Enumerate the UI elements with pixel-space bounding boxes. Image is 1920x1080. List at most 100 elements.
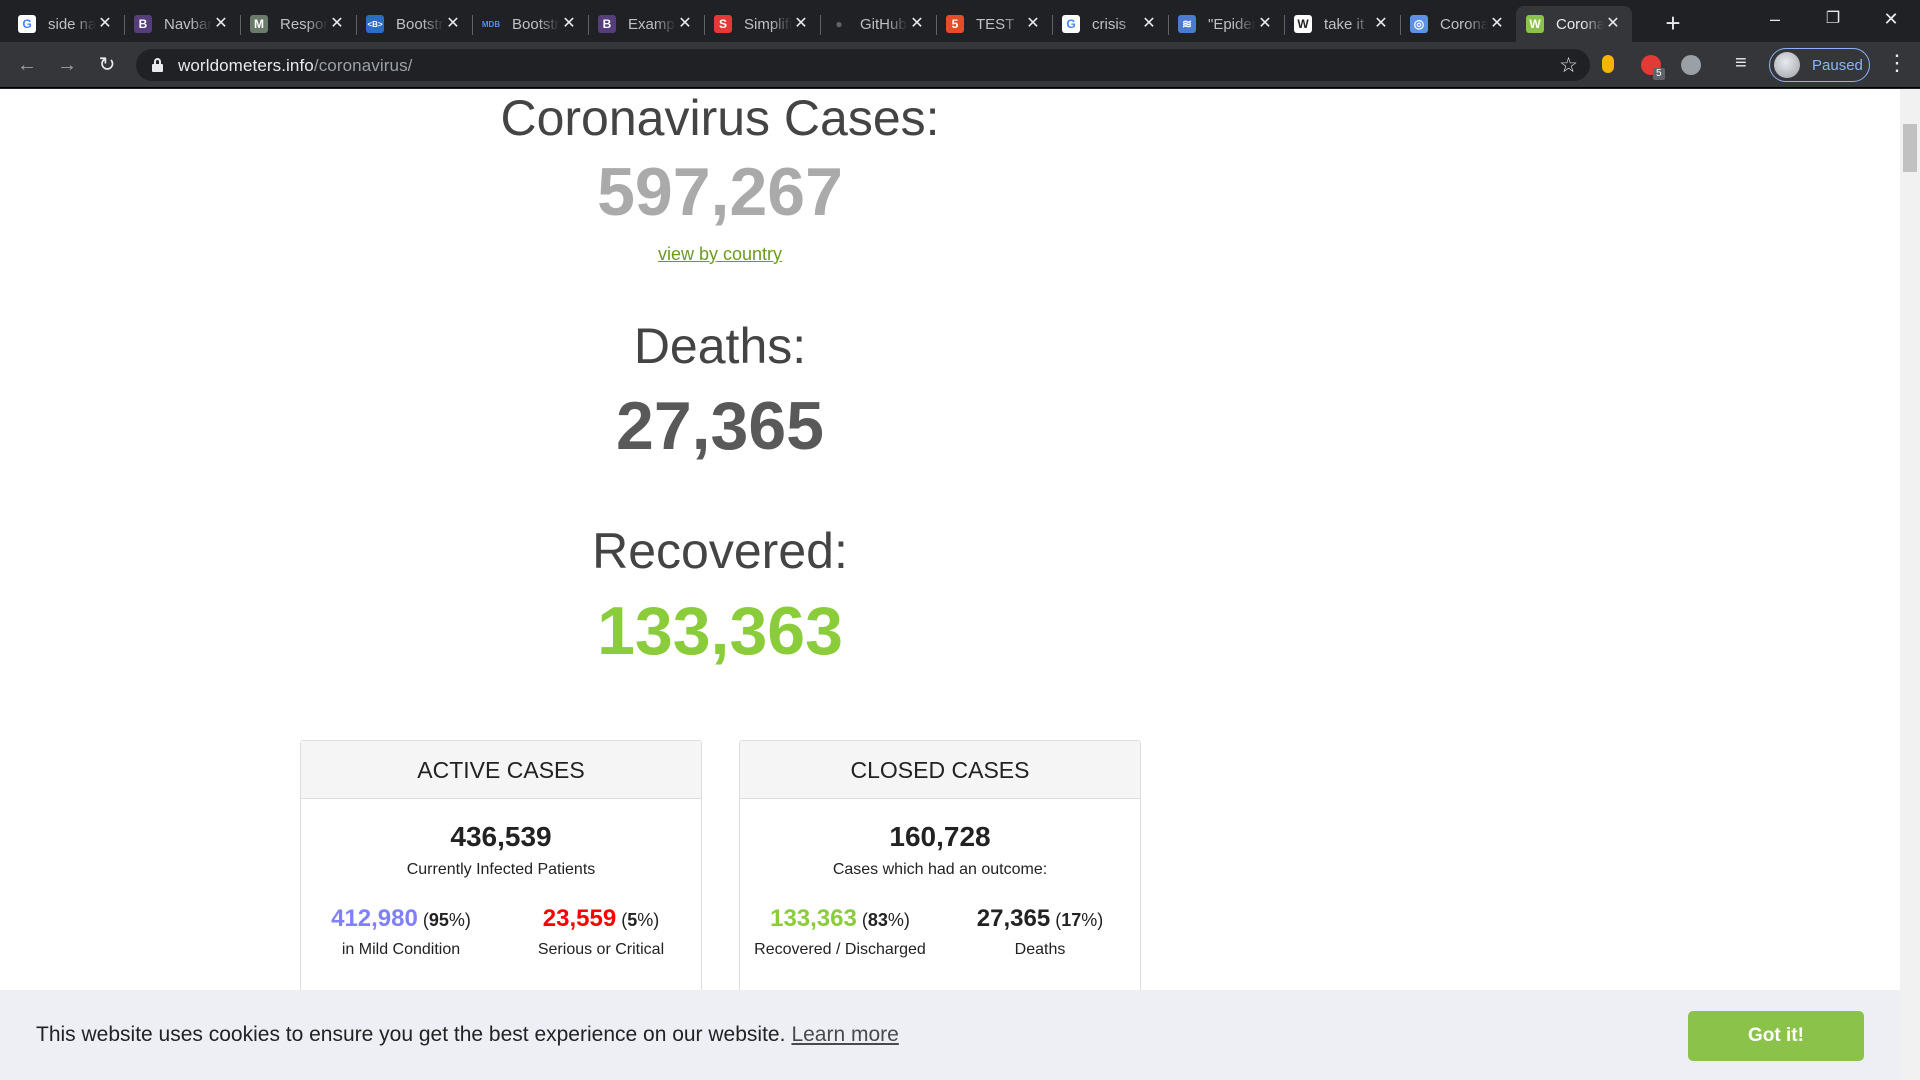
mild-label: in Mild Condition	[341, 941, 461, 958]
tab-close-icon[interactable]: ✕	[212, 15, 230, 33]
recovered-stat: 133,363 (83%) Recovered / Discharged	[740, 905, 940, 959]
browser-tab[interactable]: M Responsive✕	[240, 6, 356, 42]
extension-badge: 5	[1653, 68, 1665, 80]
github-icon: ●	[830, 15, 848, 33]
tab-close-icon[interactable]: ✕	[444, 15, 462, 33]
tab-title: Bootstrap	[396, 15, 444, 33]
close-window-icon[interactable]: ✕	[1862, 0, 1920, 38]
tab-title: side navbar	[48, 15, 96, 33]
tab-title: "Epidemic	[1208, 15, 1256, 33]
deaths-label: Deaths	[1014, 941, 1066, 958]
recovered-label: Recovered / Discharged	[754, 941, 926, 958]
bookmark-star-icon[interactable]: ☆	[1559, 53, 1578, 78]
browser-tab[interactable]: ● GitHub ✕	[820, 6, 936, 42]
tab-title: Coronavirus	[1440, 15, 1488, 33]
browser-tab[interactable]: B Navbar ✕	[124, 6, 240, 42]
browser-tab[interactable]: ≋ "Epidemic✕	[1168, 6, 1284, 42]
url-text[interactable]: worldometers.info/coronavirus/	[178, 56, 413, 76]
deaths-counter: Deaths: 27,365	[0, 317, 1440, 465]
avatar	[1774, 52, 1800, 78]
active-cases-breakdown: 412,980 (95%) in Mild Condition 23,559 (…	[301, 905, 701, 959]
menu-icon[interactable]: ⋮	[1886, 52, 1908, 74]
deaths-number: 27,365	[616, 388, 824, 464]
tab-close-icon[interactable]: ✕	[560, 15, 578, 33]
cookie-banner: This website uses cookies to ensure you …	[0, 990, 1920, 1080]
address-bar[interactable]: worldometers.info/coronavirus/ ☆	[136, 49, 1590, 81]
extension-icon-1[interactable]	[1602, 55, 1614, 73]
view-by-country-link[interactable]: view by country	[0, 244, 1440, 265]
tab-close-icon[interactable]: ✕	[1024, 15, 1042, 33]
tab-title: Bootstrap	[512, 15, 560, 33]
media-queue-icon[interactable]: ≡	[1735, 52, 1747, 75]
active-cases-subtitle: Currently Infected Patients	[406, 861, 596, 878]
extension-icon-3[interactable]	[1681, 55, 1701, 75]
tab-title: crisis	[1092, 15, 1127, 33]
forward-icon[interactable]: →	[52, 50, 82, 80]
tab-close-icon[interactable]: ✕	[676, 15, 694, 33]
browser-tab[interactable]: Gside navbar✕	[8, 6, 124, 42]
who-icon: ◎	[1410, 15, 1428, 33]
tab-close-icon[interactable]: ✕	[96, 15, 114, 33]
tab-title: GitHub	[860, 15, 907, 33]
deaths-title: Deaths:	[633, 318, 807, 374]
tab-close-icon[interactable]: ✕	[328, 15, 346, 33]
closed-cases-header: CLOSED CASES	[740, 741, 1140, 799]
tab-title: Examples	[628, 15, 676, 33]
wikipedia-icon: W	[1294, 15, 1312, 33]
scrollbar-thumb[interactable]	[1903, 124, 1917, 172]
profile-button[interactable]: Paused	[1769, 48, 1870, 82]
mk-icon: M	[250, 15, 268, 33]
tab-close-icon[interactable]: ✕	[1256, 15, 1274, 33]
mild-percent: 95	[428, 910, 449, 930]
simplified-icon: S	[714, 15, 732, 33]
restore-icon[interactable]: ❐	[1804, 0, 1862, 38]
tab-title: Coronavirus	[1556, 15, 1604, 33]
mild-stat: 412,980 (95%) in Mild Condition	[301, 905, 501, 959]
tab-close-icon[interactable]: ✕	[1372, 15, 1390, 33]
reload-icon[interactable]: ↻	[92, 50, 122, 80]
browser-tab[interactable]: B Examples✕	[588, 6, 704, 42]
worldometers-icon: W	[1526, 15, 1544, 33]
tab-close-icon[interactable]: ✕	[908, 15, 926, 33]
serious-label: Serious or Critical	[537, 941, 665, 958]
browser-tab[interactable]: <B> Bootstrap✕	[356, 6, 472, 42]
cookie-message-line: This website uses cookies to ensure you …	[36, 1023, 899, 1047]
url-host: worldometers.info	[178, 56, 314, 75]
active-cases-header: ACTIVE CASES	[301, 741, 701, 799]
deaths-stat: 27,365 (17%) Deaths	[940, 905, 1140, 959]
cookie-accept-button[interactable]: Got it!	[1688, 1011, 1864, 1061]
tab-close-icon[interactable]: ✕	[1140, 15, 1158, 33]
browser-toolbar: ← → ↻ worldometers.info/coronavirus/ ☆ 5…	[0, 42, 1920, 88]
cookie-message: This website uses cookies to ensure you …	[36, 1023, 786, 1046]
mild-count: 412,980	[331, 905, 418, 932]
page-scrollbar[interactable]	[1900, 89, 1920, 1080]
browser-tab[interactable]: ◎ Coronavirus✕	[1400, 6, 1516, 42]
html5-icon: 5	[946, 15, 964, 33]
tab-close-icon[interactable]: ✕	[1604, 15, 1622, 33]
browser-tab[interactable]: MDB Bootstrap✕	[472, 6, 588, 42]
tab-title: Simplified	[744, 15, 792, 33]
new-tab-button[interactable]: +	[1655, 6, 1691, 42]
learn-more-link[interactable]: Learn more	[791, 1023, 898, 1046]
lock-icon[interactable]	[152, 58, 163, 72]
browser-tab[interactable]: Wtake it ✕	[1284, 6, 1400, 42]
active-cases-total: 436,539	[450, 821, 552, 852]
tab-close-icon[interactable]: ✕	[792, 15, 810, 33]
minimize-icon[interactable]: –	[1746, 0, 1804, 38]
closed-cases-subtitle: Cases which had an outcome:	[832, 861, 1048, 878]
recovered-title: Recovered:	[592, 523, 848, 579]
tab-close-icon[interactable]: ✕	[1488, 15, 1506, 33]
browser-tab[interactable]: Gcrisis ✕	[1052, 6, 1168, 42]
back-icon[interactable]: ←	[12, 50, 42, 80]
browser-tab[interactable]: 5 TEST ✕	[936, 6, 1052, 42]
browser-tab[interactable]: S Simplified✕	[704, 6, 820, 42]
bootstrap-studio-icon: <B>	[366, 15, 384, 33]
tab-list: Gside navbar✕BNavbar✕MResponsive✕<B>Boot…	[8, 6, 1632, 42]
bootstrap-icon: B	[134, 15, 152, 33]
deaths-count: 27,365	[976, 905, 1051, 932]
tab-strip: Gside navbar✕BNavbar✕MResponsive✕<B>Boot…	[0, 0, 1920, 42]
page-viewport: Coronavirus Cases: 597,267 view by count…	[0, 89, 1920, 1080]
tab-title: Navbar	[164, 15, 212, 33]
browser-tab[interactable]: W Coronavirus✕	[1516, 6, 1632, 42]
profile-status: Paused	[1812, 56, 1863, 74]
